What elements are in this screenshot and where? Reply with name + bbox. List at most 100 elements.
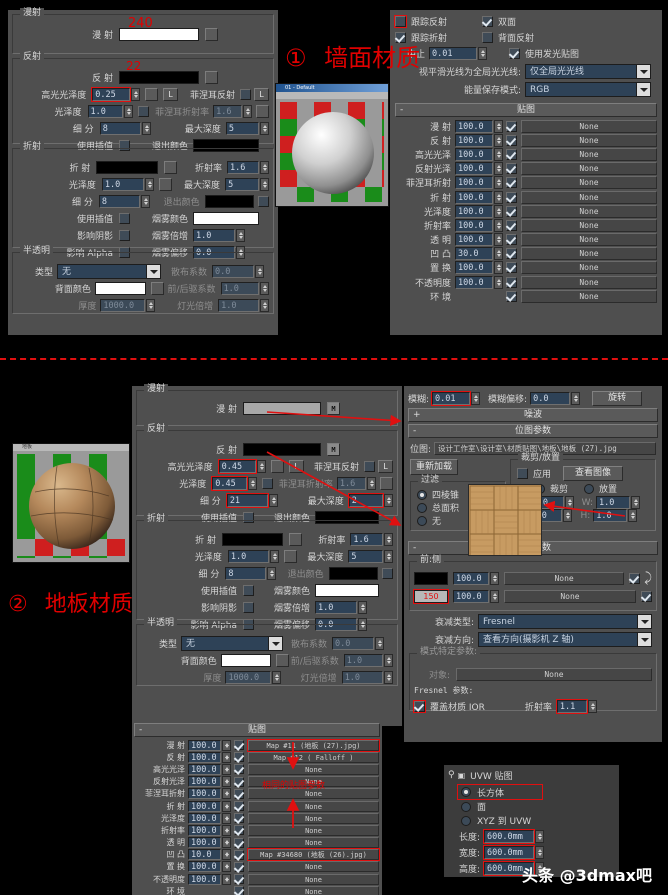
spinner-arrows[interactable] <box>494 247 503 261</box>
map-enable-checkbox[interactable] <box>234 752 244 763</box>
spinner-arrows[interactable] <box>490 571 499 585</box>
apply-checkbox[interactable] <box>517 468 528 479</box>
map-amount-input[interactable]: 100.0 <box>455 133 493 147</box>
side-amount-input[interactable]: 100.0 <box>453 589 489 603</box>
spinner-arrows[interactable] <box>266 567 276 580</box>
max-depth-input[interactable]: 2 <box>347 493 385 508</box>
map-amount-input[interactable]: 100.0 <box>188 776 221 788</box>
map-enable-checkbox[interactable] <box>234 849 244 860</box>
fwdback-input[interactable]: 1.0 <box>220 282 259 295</box>
map-enable-checkbox[interactable] <box>234 813 244 824</box>
map-enable-checkbox[interactable] <box>506 120 517 132</box>
max-depth-input[interactable]: 5 <box>225 122 259 135</box>
spinner-arrows[interactable] <box>222 837 231 849</box>
scatter-input[interactable]: 0.0 <box>212 265 255 278</box>
spinner-arrows[interactable] <box>222 776 231 788</box>
glossiness-input[interactable]: 0.45 <box>211 476 248 491</box>
spinner-arrows[interactable] <box>260 282 269 295</box>
spinner-arrows[interactable] <box>222 824 231 836</box>
translucent-type-select[interactable]: 无 <box>57 264 161 279</box>
spinner-arrows[interactable] <box>494 147 503 161</box>
double-sided-checkbox[interactable] <box>482 15 494 27</box>
map-amount-input[interactable]: 100.0 <box>455 218 493 232</box>
front-amount-input[interactable]: 100.0 <box>453 571 489 585</box>
uvw-box-radio[interactable] <box>461 787 471 797</box>
map-enable-checkbox[interactable] <box>506 248 517 260</box>
spinner-arrows[interactable] <box>222 739 231 751</box>
spinner-arrows[interactable] <box>140 195 150 208</box>
spinner-arrows[interactable] <box>256 460 266 473</box>
refract-glossiness-map-button[interactable] <box>159 178 173 191</box>
map-slot-button[interactable]: Map #11 (地板 (27).jpg) <box>247 738 380 752</box>
falloff-direction-select[interactable]: 查看方向(摄影机 Z 轴) <box>478 631 652 647</box>
back-color-swatch[interactable] <box>220 654 271 667</box>
fresnel-ior-input[interactable]: 1.6 <box>336 477 366 490</box>
map-enable-checkbox[interactable] <box>506 219 517 231</box>
map-slot-button[interactable]: None <box>521 289 657 303</box>
floor-maps-rollup-header[interactable]: - 贴图 <box>134 723 380 737</box>
side-color-swatch[interactable]: 150 <box>413 588 449 604</box>
map-amount-input[interactable]: 100.0 <box>188 812 221 824</box>
spinner-arrows[interactable] <box>247 477 257 490</box>
map-amount-input[interactable]: 100.0 <box>188 800 221 812</box>
spinner-arrows[interactable] <box>141 122 151 135</box>
refract-exit-checkbox[interactable] <box>257 196 269 207</box>
diffuse-color-swatch[interactable] <box>243 402 321 415</box>
energy-mode-select[interactable]: RGB <box>525 81 651 97</box>
spinner-arrows[interactable] <box>494 218 503 232</box>
fog-color-swatch[interactable] <box>193 212 260 225</box>
map-slot-button[interactable]: None <box>521 204 657 218</box>
spinner-arrows[interactable] <box>268 494 278 507</box>
refract-subdivs-input[interactable]: 8 <box>225 567 266 580</box>
refract-glossiness-map-button[interactable] <box>284 550 298 563</box>
map-slot-button[interactable]: Map #12 ( Falloff ) <box>248 751 379 763</box>
side-enable-checkbox[interactable] <box>641 590 652 602</box>
map-slot-button[interactable]: None <box>248 837 379 849</box>
fog-color-swatch[interactable] <box>315 584 380 597</box>
map-slot-button[interactable]: None <box>521 247 657 261</box>
diffuse-map-button[interactable] <box>205 28 218 41</box>
hilight-gloss-map-button[interactable] <box>144 88 158 101</box>
spinner-arrows[interactable] <box>358 601 368 614</box>
map-amount-input[interactable]: 100.0 <box>188 751 221 763</box>
reflect-map-button[interactable] <box>205 71 218 84</box>
spinner-arrows[interactable] <box>494 133 503 147</box>
chevron-down-icon[interactable] <box>146 265 160 278</box>
preview-toolbar[interactable]: 地板 <box>13 444 129 451</box>
scatter-input[interactable]: 0.0 <box>332 637 375 650</box>
blur-input[interactable]: 0.01 <box>431 390 472 406</box>
lightbulb-icon[interactable]: ⚲ <box>448 770 455 780</box>
modifier-toggle-icon[interactable]: ▣ <box>458 771 466 780</box>
map-slot-button[interactable]: None <box>248 861 379 873</box>
spinner-arrows[interactable] <box>222 861 231 873</box>
spinner-arrows[interactable] <box>563 509 573 522</box>
view-image-button[interactable]: 查看图像 <box>563 466 624 481</box>
map-enable-checkbox[interactable] <box>234 874 244 885</box>
diffuse-map-button[interactable]: M <box>327 402 340 415</box>
spinner-arrows[interactable] <box>535 830 544 843</box>
map-amount-input[interactable]: 30.0 <box>455 247 493 261</box>
map-enable-checkbox[interactable] <box>506 234 517 246</box>
spinner-arrows[interactable] <box>260 299 269 312</box>
map-slot-button[interactable]: None <box>521 275 657 289</box>
map-slot-button[interactable]: None <box>521 261 657 275</box>
side-map-slot[interactable]: None <box>504 589 636 603</box>
thickness-input[interactable]: 1000.0 <box>100 299 146 312</box>
noise-rollup-header[interactable]: + 噪波 <box>408 408 658 422</box>
map-enable-checkbox[interactable] <box>234 837 244 848</box>
spinner-arrows[interactable] <box>471 391 481 405</box>
map-amount-input[interactable]: 100.0 <box>455 261 493 275</box>
collapse-icon[interactable]: - <box>413 425 416 438</box>
ior-input[interactable]: 1.6 <box>227 161 259 174</box>
back-reflect-checkbox[interactable] <box>482 31 494 43</box>
maps-rollup-header[interactable]: - 贴图 <box>395 103 657 117</box>
spinner-arrows[interactable] <box>494 275 503 289</box>
back-color-map-button[interactable] <box>275 654 289 667</box>
affect-shadows-checkbox[interactable] <box>243 602 254 613</box>
collapse-icon[interactable]: - <box>400 104 403 117</box>
map-slot-button[interactable]: None <box>521 162 657 176</box>
map-amount-input[interactable]: 100.0 <box>455 190 493 204</box>
spinner-arrows[interactable] <box>271 671 281 684</box>
fog-multiplier-input[interactable]: 1.0 <box>315 601 358 614</box>
smooth-gi-select[interactable]: 仅全局光光线 <box>525 63 651 79</box>
